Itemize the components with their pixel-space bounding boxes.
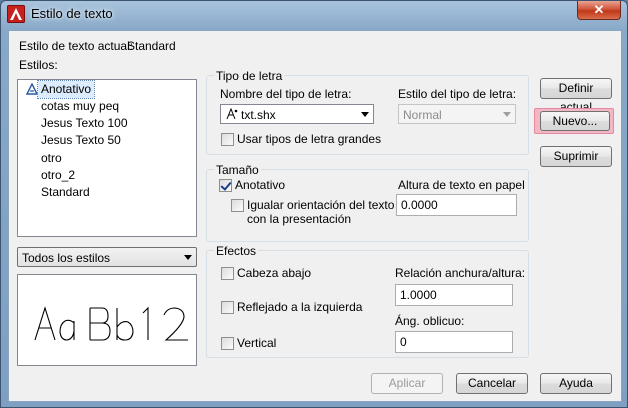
styles-listbox[interactable]: Anotativo cotas muy peq Jesus Texto 100 … — [17, 79, 197, 237]
delete-button[interactable]: Suprimir — [540, 146, 612, 167]
width-factor-label: Relación anchura/altura: — [395, 266, 526, 280]
style-item-jesus-texto-50[interactable]: Jesus Texto 50 — [41, 132, 121, 149]
apply-button[interactable]: Aplicar — [371, 373, 443, 394]
shx-font-icon — [226, 108, 238, 120]
close-button[interactable]: ✕ — [577, 1, 621, 20]
style-item-jesus-texto-100[interactable]: Jesus Texto 100 — [41, 115, 128, 132]
font-group-title: Tipo de letra — [214, 69, 285, 83]
dialog-client-area: Estilo de texto actual: Standard Estilos… — [8, 30, 622, 402]
font-name-label: Nombre del tipo de letra: — [220, 87, 352, 101]
oblique-angle-label: Áng. oblicuo: — [395, 314, 465, 328]
font-style-label: Estilo del tipo de letra: — [398, 87, 517, 101]
text-preview — [17, 274, 197, 366]
oblique-angle-input[interactable]: 0 — [395, 331, 513, 353]
upside-down-checkbox[interactable] — [221, 267, 234, 280]
upside-down-label: Cabeza abajo — [237, 266, 312, 280]
vertical-checkbox[interactable] — [221, 337, 234, 350]
current-style-label: Estilo de texto actual: — [19, 39, 134, 53]
dialog-window: Estilo de texto ✕ Estilo de texto actual… — [0, 0, 628, 408]
style-item-anotativo[interactable]: Anotativo — [36, 80, 96, 99]
close-icon: ✕ — [593, 2, 605, 17]
chevron-down-icon — [361, 112, 369, 117]
title-bar[interactable]: Estilo de texto ✕ — [1, 1, 627, 27]
size-group-title: Tamaño — [214, 163, 261, 177]
help-button[interactable]: Ayuda — [540, 373, 612, 394]
match-orientation-line-2: con la presentación — [247, 212, 352, 226]
font-style-value: Normal — [403, 108, 442, 122]
backwards-label: Reflejado a la izquierda — [237, 300, 363, 314]
current-style-value: Standard — [127, 39, 176, 53]
style-item-cotas-muy-peq[interactable]: cotas muy peq — [41, 98, 119, 115]
match-orientation-checkbox[interactable] — [231, 199, 244, 212]
annotative-icon — [26, 83, 38, 95]
paper-height-label: Altura de texto en papel — [398, 178, 525, 192]
chevron-down-icon — [503, 112, 511, 117]
cancel-button[interactable]: Cancelar — [456, 373, 528, 394]
style-filter-dropdown[interactable]: Todos los estilos — [17, 247, 197, 267]
annotative-checkbox[interactable] — [219, 179, 232, 192]
style-item-otro-2[interactable]: otro_2 — [41, 167, 75, 184]
vertical-label: Vertical — [237, 336, 277, 350]
width-factor-input[interactable]: 1.0000 — [395, 284, 513, 306]
big-font-checkbox[interactable] — [221, 133, 234, 146]
effects-group-title: Efectos — [214, 244, 259, 258]
style-filter-value: Todos los estilos — [22, 251, 111, 265]
match-orientation-label: Igualar orientación del texto con la pre… — [247, 198, 394, 226]
annotative-label: Anotativo — [235, 178, 286, 192]
style-item-standard[interactable]: Standard — [41, 184, 90, 201]
new-button[interactable]: Nuevo... — [540, 111, 610, 131]
paper-height-input[interactable]: 0.0000 — [396, 194, 517, 216]
styles-label: Estilos: — [19, 58, 58, 72]
big-font-label: Usar tipos de letra grandes — [237, 132, 382, 146]
window-title: Estilo de texto — [31, 6, 113, 21]
match-orientation-line-1: Igualar orientación del texto — [247, 198, 395, 212]
font-style-dropdown[interactable]: Normal — [398, 104, 516, 124]
preview-drawing — [34, 306, 188, 341]
set-current-button[interactable]: Definir actual — [540, 78, 612, 114]
font-name-value: txt.shx — [241, 108, 276, 122]
autocad-app-icon[interactable] — [7, 5, 25, 23]
style-item-otro[interactable]: otro — [41, 150, 62, 167]
chevron-down-icon — [184, 255, 192, 260]
backwards-checkbox[interactable] — [221, 301, 234, 314]
font-name-dropdown[interactable]: txt.shx — [220, 104, 374, 124]
